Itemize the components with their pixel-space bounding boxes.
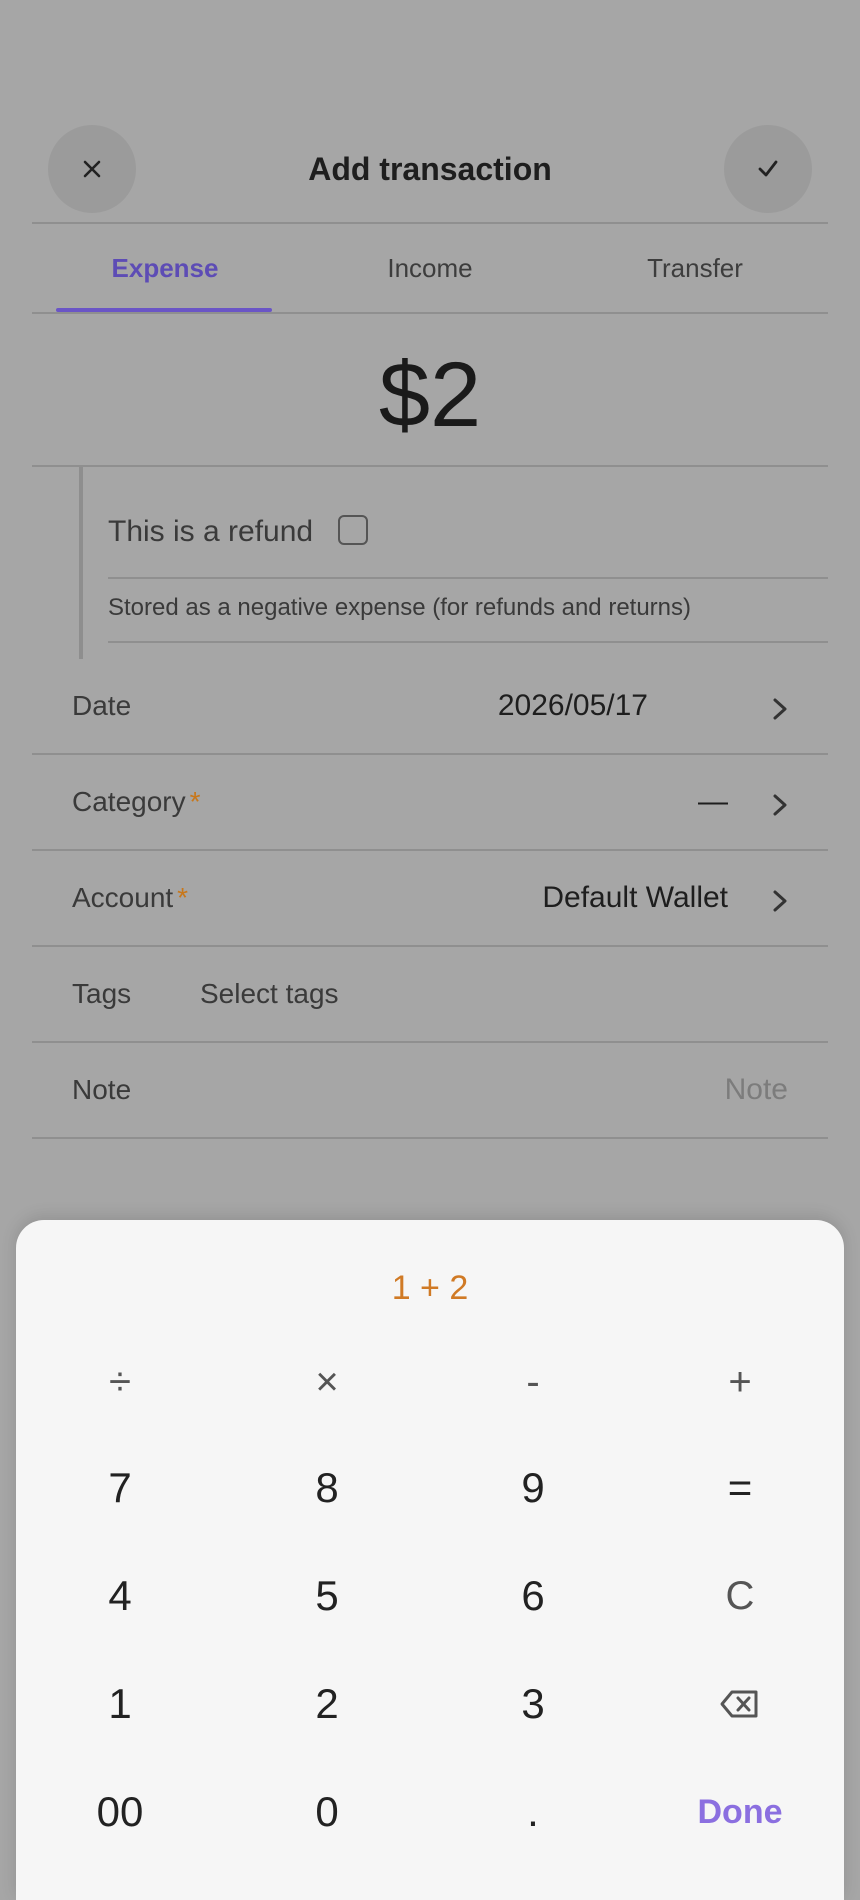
chevron-right-icon xyxy=(768,785,792,825)
refund-hint: Stored as a negative expense (for refund… xyxy=(108,594,692,621)
date-label: Date xyxy=(72,690,132,721)
subtract-key[interactable]: - xyxy=(453,1342,613,1422)
clear-key[interactable]: C xyxy=(660,1556,820,1636)
backspace-key[interactable] xyxy=(660,1664,820,1744)
key-2[interactable]: 2 xyxy=(247,1664,407,1744)
account-label: Account * xyxy=(72,882,189,913)
key-0[interactable]: 0 xyxy=(247,1772,407,1852)
note-label: Note xyxy=(72,1074,132,1105)
backspace-icon xyxy=(720,1690,758,1718)
tab-expense[interactable]: Expense xyxy=(32,250,298,286)
date-value: 2026/05/17 xyxy=(497,689,648,722)
category-label: Category * xyxy=(72,786,201,817)
tab-income[interactable]: Income xyxy=(297,250,563,286)
tab-transfer[interactable]: Transfer xyxy=(562,250,828,286)
key-6[interactable]: 6 xyxy=(453,1556,613,1636)
chevron-right-icon xyxy=(768,689,792,729)
key-9[interactable]: 9 xyxy=(453,1448,613,1528)
refund-section-bar xyxy=(79,467,83,659)
key-3[interactable]: 3 xyxy=(453,1664,613,1744)
tags-selector[interactable]: Select tags xyxy=(200,974,339,1014)
divider xyxy=(32,1137,828,1139)
required-mark: * xyxy=(177,882,189,913)
done-button[interactable]: Done xyxy=(660,1772,820,1852)
divider xyxy=(32,312,828,314)
divider xyxy=(32,945,828,947)
required-mark: * xyxy=(189,786,201,817)
chevron-right-icon xyxy=(768,881,792,921)
divider xyxy=(32,753,828,755)
refund-checkbox[interactable] xyxy=(338,515,368,545)
note-input[interactable]: Note xyxy=(725,1070,788,1110)
add-key[interactable]: + xyxy=(660,1342,820,1422)
divider xyxy=(32,222,828,224)
key-4[interactable]: 4 xyxy=(40,1556,200,1636)
key-8[interactable]: 8 xyxy=(247,1448,407,1528)
check-icon xyxy=(758,160,778,177)
divider xyxy=(32,849,828,851)
add-transaction-screen: Add transaction Expense Income Transfer … xyxy=(0,0,860,1900)
amount-display[interactable]: $2 xyxy=(0,340,860,450)
equals-key[interactable]: = xyxy=(660,1448,820,1528)
key-00[interactable]: 00 xyxy=(40,1772,200,1852)
calculator-expression: 1 + 2 xyxy=(391,1269,469,1307)
refund-label: This is a refund xyxy=(108,515,314,548)
key-7[interactable]: 7 xyxy=(40,1448,200,1528)
key-5[interactable]: 5 xyxy=(247,1556,407,1636)
confirm-button[interactable] xyxy=(724,125,812,213)
multiply-key[interactable]: × xyxy=(247,1342,407,1422)
category-value: — xyxy=(698,785,728,818)
tags-label: Tags xyxy=(72,978,132,1009)
divider xyxy=(32,1041,828,1043)
account-value: Default Wallet xyxy=(542,881,728,914)
divider xyxy=(32,465,828,467)
divider xyxy=(108,577,828,579)
divide-key[interactable]: ÷ xyxy=(40,1342,200,1422)
divider xyxy=(108,641,828,643)
key-1[interactable]: 1 xyxy=(40,1664,200,1744)
decimal-key[interactable]: . xyxy=(453,1772,613,1852)
